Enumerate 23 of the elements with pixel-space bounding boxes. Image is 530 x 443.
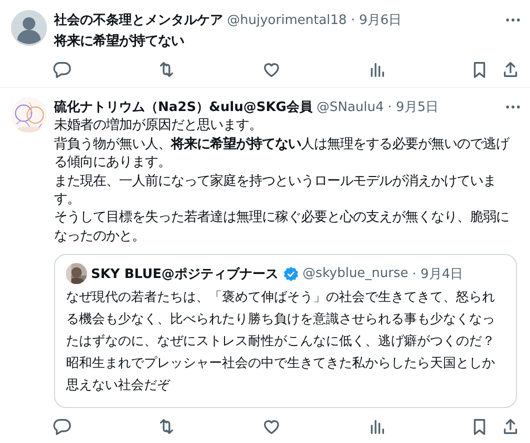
- post-text: 将来に希望が持てない: [54, 33, 185, 51]
- quoted-text: なぜ現代の若者たちは、「褒めて伸ばそう」の社会で生きてきて、怒られる機会も少なく、比べられたり勝ち負けを意識させられる事も少なくなったはずなのに、なぜにストレス耐性がこんなに低く、逃げ癖がつくのだ？昭和生まれでプレッシャー社会の中で生きてきた私からしたら天国としか思えない社会だぞ: [66, 289, 496, 396]
- author-name[interactable]: SKY BLUE@ポジティブナース: [91, 264, 279, 283]
- post-date[interactable]: · 9月4日: [412, 264, 464, 283]
- post-text: また現在、一人前になって家庭を持つというロールモデルが消えかけています。: [54, 172, 497, 210]
- post-text: そうして目標を失った若者達は無理に稼ぐ必要と心の支えが無くなり、脆弱になったのかと。: [54, 209, 510, 246]
- post-text: 未婚者の増加が原因だと思います。: [54, 117, 263, 136]
- post-date[interactable]: · 9月5日: [388, 98, 439, 116]
- quoted-post[interactable]: SKY BLUE@ポジティブナース @skyblue_nurse · 9月4日 なぜ現代の若者たちは、「褒めて伸ばそう」の社会で生きてきて、怒られる機会も少なく、比べられたり勝ち負けを意識させられる事も少なくなったはずなのに、なぜにストレス耐性がこんなに低く、逃げ癖がつくのだ？昭和生まれでプレッシャー社会の中で生きてきた私からしたら天国としか思えない社会だぞ: [54, 254, 517, 408]
- post-text: 背負う物が無い人、将来に希望が持てない人は無理をする必要が無いので逃げる傾向にあります。: [54, 136, 510, 172]
- author-name[interactable]: 硫化ナトリウム（Na2S）&ulu@SKG会員: [54, 98, 312, 116]
- avatar-icon[interactable]: [11, 10, 47, 46]
- post-date[interactable]: · 9月6日: [350, 11, 402, 29]
- reply-icon: [52, 416, 71, 436]
- share-icon: [501, 60, 520, 79]
- author-handle[interactable]: @hujyorimental18: [227, 12, 347, 28]
- author-handle[interactable]: @skyblue_nurse: [302, 266, 408, 282]
- author-name[interactable]: 社会の不条理とメンタルケア: [54, 11, 223, 29]
- reply-icon: [52, 60, 71, 79]
- repost-icon: [157, 416, 176, 436]
- share-icon: [501, 416, 520, 436]
- repost-icon: [157, 60, 176, 79]
- author-handle[interactable]: @SNaulu4: [316, 100, 384, 115]
